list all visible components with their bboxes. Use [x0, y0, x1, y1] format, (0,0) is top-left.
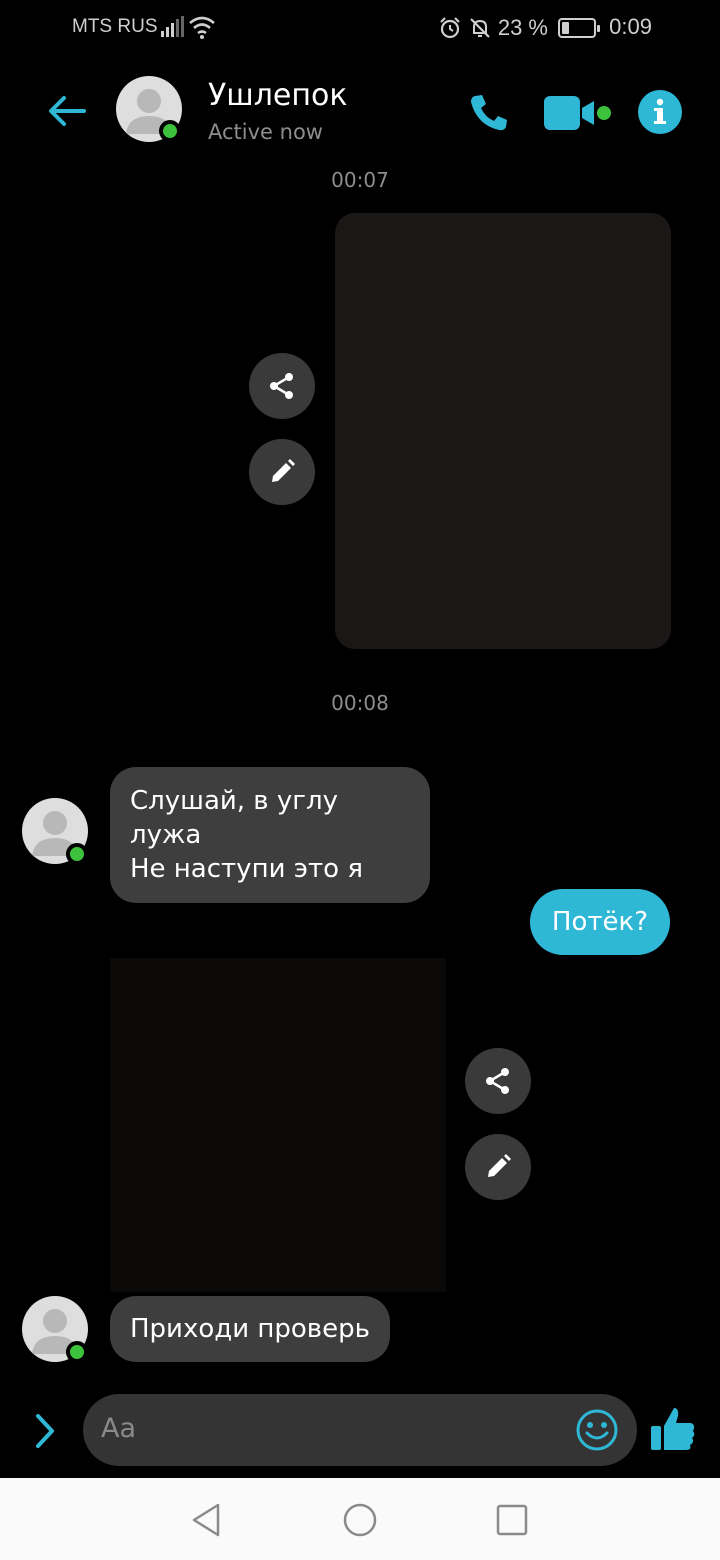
message-composer: Aa [0, 1386, 720, 1478]
back-triangle-icon[interactable] [186, 1500, 226, 1540]
online-indicator [66, 843, 88, 865]
signal-icon [161, 16, 184, 37]
online-indicator [159, 120, 181, 142]
video-camera-icon[interactable] [542, 90, 614, 136]
edit-icon [272, 459, 295, 482]
alarm-icon [440, 17, 460, 39]
recents-square-icon[interactable] [492, 1500, 532, 1540]
conversation-header: Ушлепок Active now [0, 60, 720, 160]
incoming-message[interactable]: Приходи проверь [110, 1296, 390, 1362]
share-icon [270, 373, 293, 399]
smiley-icon[interactable] [575, 1408, 619, 1452]
wifi-icon [189, 16, 215, 39]
carrier-name: MTS RUS [72, 16, 158, 37]
edit-icon [488, 1154, 511, 1177]
contact-status: Active now [208, 120, 323, 144]
home-circle-icon[interactable] [340, 1500, 380, 1540]
back-arrow-icon[interactable] [44, 88, 90, 134]
contact-name[interactable]: Ушлепок [208, 78, 347, 113]
clock: 0:09 [609, 14, 652, 39]
mute-bell-icon [470, 18, 490, 38]
message-input-placeholder: Aa [101, 1413, 137, 1444]
info-icon[interactable] [638, 90, 682, 134]
phone-icon[interactable] [466, 90, 512, 136]
status-icons: 23 % [438, 14, 600, 42]
share-button[interactable] [465, 1048, 531, 1114]
battery-icon [558, 18, 600, 38]
battery-percent: 23 % [497, 15, 548, 40]
edit-button[interactable] [465, 1134, 531, 1200]
thumbs-up-icon[interactable] [648, 1404, 698, 1454]
chevron-right-icon[interactable] [30, 1410, 60, 1452]
status-bar: MTS RUS 23 % 0:09 [0, 0, 720, 56]
online-indicator [66, 1341, 88, 1363]
info-glyph [654, 98, 666, 124]
share-icon [486, 1068, 509, 1094]
incoming-photo[interactable] [110, 958, 446, 1292]
outgoing-photo[interactable] [335, 213, 671, 649]
outgoing-message[interactable]: Потёк? [529, 889, 670, 955]
system-navigation-bar [0, 1478, 720, 1560]
message-timestamp: 00:07 [331, 168, 389, 192]
message-timestamp: 00:08 [331, 691, 389, 715]
battery-level [562, 22, 569, 34]
incoming-message[interactable]: Слушай, в углу лужа Не наступи это я [110, 767, 430, 903]
share-button[interactable] [249, 353, 315, 419]
edit-button[interactable] [249, 439, 315, 505]
message-input[interactable]: Aa [83, 1394, 637, 1466]
